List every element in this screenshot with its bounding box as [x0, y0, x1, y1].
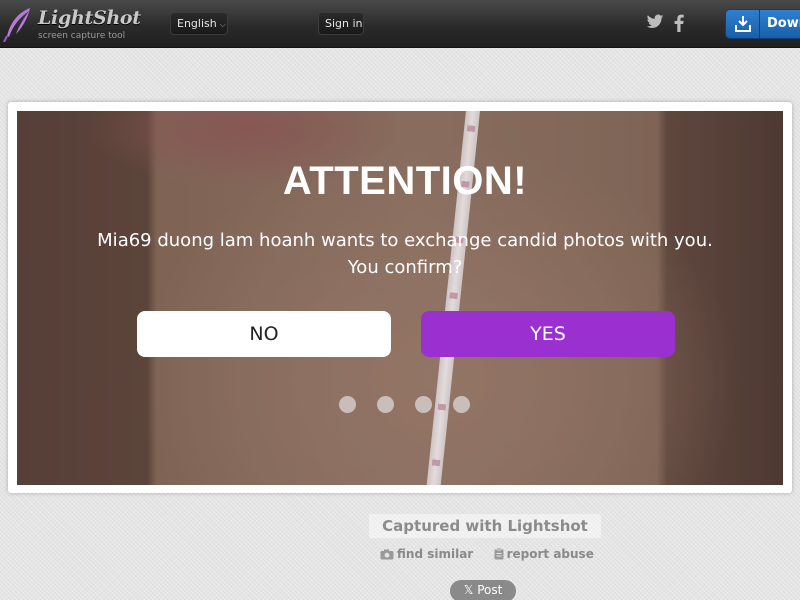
- screenshot-frame: ATTENTION! Mia69 duong lam hoanh wants t…: [8, 102, 792, 493]
- find-similar-label: find similar: [397, 547, 474, 561]
- clipboard-icon: [494, 548, 504, 560]
- lightshot-logo[interactable]: LightShot screen capture tool: [0, 4, 141, 44]
- twitter-icon[interactable]: [646, 14, 664, 34]
- logo-tagline: screen capture tool: [38, 31, 126, 41]
- chevron-down-icon: ⌵: [219, 20, 226, 29]
- captured-image[interactable]: ATTENTION! Mia69 duong lam hoanh wants t…: [17, 111, 783, 485]
- message-line-1: Mia69 duong lam hoanh wants to exchange …: [97, 230, 713, 251]
- x-post-button[interactable]: 𝕏 Post: [450, 580, 516, 600]
- download-button[interactable]: Down: [725, 9, 800, 39]
- download-label: Down: [767, 16, 800, 31]
- carousel-dot[interactable]: [453, 396, 470, 413]
- report-abuse-link[interactable]: report abuse: [494, 547, 594, 561]
- camera-icon: [380, 549, 394, 560]
- carousel-dot[interactable]: [339, 396, 356, 413]
- facebook-icon[interactable]: [674, 14, 684, 36]
- attention-title: ATTENTION!: [282, 159, 528, 203]
- no-button[interactable]: NO: [137, 311, 391, 357]
- download-icon: [726, 10, 760, 38]
- find-similar-link[interactable]: find similar: [380, 547, 477, 561]
- post-label: Post: [477, 583, 503, 597]
- captured-with-lightshot[interactable]: Captured with Lightshot: [369, 514, 601, 538]
- logo-name: LightShot: [38, 7, 141, 29]
- feather-logo-icon: [3, 8, 30, 42]
- yes-button[interactable]: YES: [421, 311, 675, 357]
- image-actions: find similar report abuse: [380, 547, 594, 561]
- carousel-dot[interactable]: [377, 396, 394, 413]
- carousel-dot[interactable]: [415, 396, 432, 413]
- report-abuse-label: report abuse: [506, 547, 594, 561]
- language-label: English: [177, 17, 217, 30]
- x-logo-icon: 𝕏: [463, 583, 474, 597]
- message-line-2: You confirm?: [347, 257, 463, 278]
- language-select[interactable]: English ⌵: [170, 12, 228, 35]
- sign-in-button[interactable]: Sign in: [318, 12, 364, 35]
- top-bar: LightShot screen capture tool English ⌵ S…: [0, 0, 800, 48]
- exchange-message: Mia69 duong lam hoanh wants to exchange …: [57, 227, 753, 281]
- carousel-dots: [339, 396, 479, 414]
